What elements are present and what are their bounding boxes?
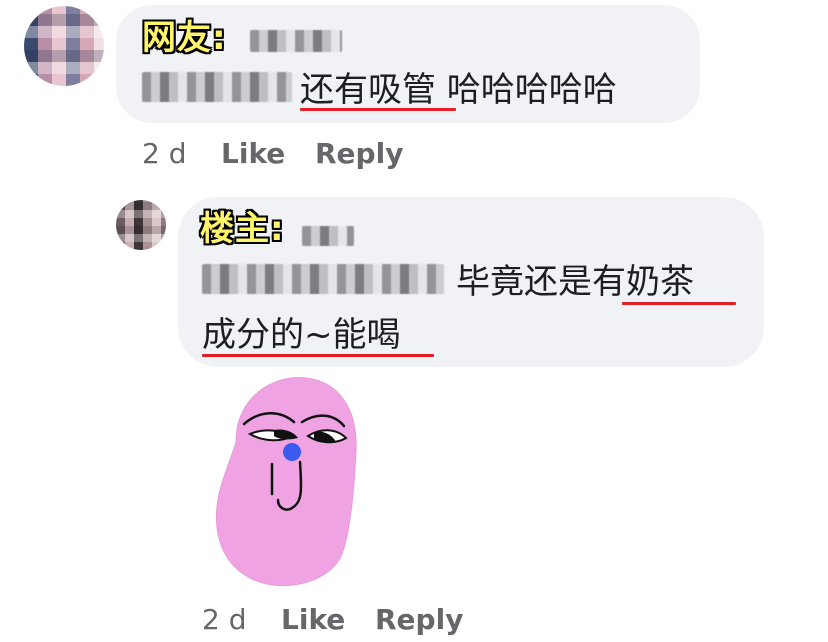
commenter-avatar[interactable] <box>24 6 104 86</box>
comment-text: 还有吸管 哈哈哈哈哈 <box>300 70 617 110</box>
replier-avatar[interactable] <box>116 200 166 250</box>
like-button[interactable]: Like <box>221 138 285 170</box>
highlight-underline <box>300 108 456 111</box>
mention-blurred[interactable] <box>202 264 444 294</box>
reply-button[interactable]: Reply <box>375 604 463 636</box>
reply-text-line-1: 毕竟还是有奶茶 <box>456 262 694 302</box>
commenter-name-blurred[interactable] <box>250 30 342 52</box>
mention-blurred[interactable] <box>142 72 292 102</box>
comment-timestamp[interactable]: 2 d <box>142 138 187 170</box>
like-button[interactable]: Like <box>281 604 345 636</box>
reply-text-line-2: 成分的~能喝 <box>202 315 401 355</box>
reply-timestamp[interactable]: 2 d <box>202 604 247 636</box>
highlight-underline <box>622 302 736 305</box>
replier-name-blurred[interactable] <box>302 226 354 246</box>
commenter-tag: 网友: <box>142 18 227 58</box>
pink-face-sticker-icon[interactable] <box>210 372 370 592</box>
replier-tag: 楼主: <box>200 209 285 249</box>
highlight-underline <box>202 354 434 357</box>
reply-button[interactable]: Reply <box>315 138 403 170</box>
